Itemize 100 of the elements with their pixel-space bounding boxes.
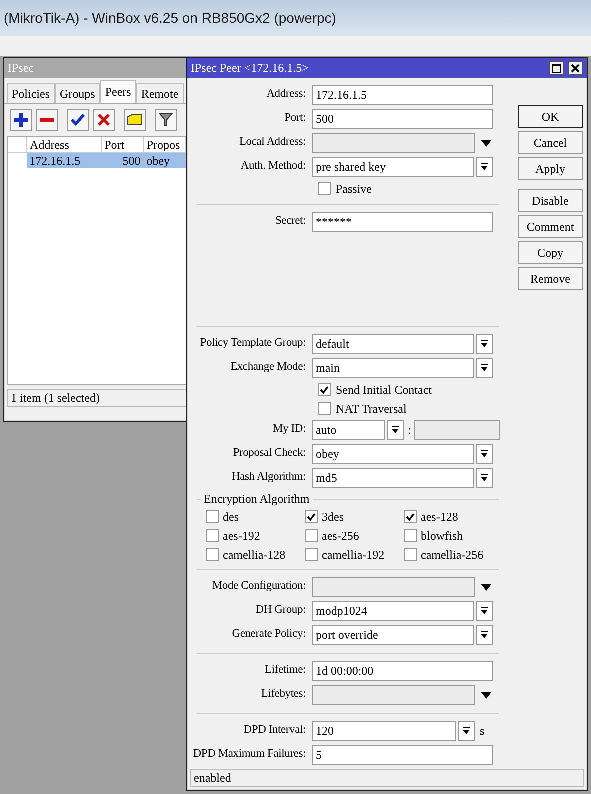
dialog-button[interactable]: Comment <box>518 215 583 238</box>
field-label: Auth. Method: <box>240 159 307 174</box>
dropdown-field[interactable]: md5 <box>312 468 474 488</box>
checkbox[interactable] <box>404 529 417 542</box>
field-label: Lifebytes: <box>260 687 307 702</box>
dropdown-button[interactable] <box>476 334 493 354</box>
disable-button[interactable] <box>93 109 115 131</box>
checkbox[interactable] <box>318 402 331 415</box>
dropdown-field[interactable]: auto <box>312 420 385 440</box>
table-cell-text: 500 <box>122 153 142 168</box>
caret-icon <box>480 607 489 615</box>
filter-icon <box>158 112 174 128</box>
dropdown-button[interactable] <box>476 444 493 464</box>
checkbox[interactable] <box>318 182 331 195</box>
checkbox-label: aes-128 <box>421 508 458 526</box>
checkbox-label: NAT Traversal <box>336 400 407 418</box>
field-label: DH Group: <box>254 603 307 618</box>
checkbox-label: camellia-192 <box>322 546 385 564</box>
caret-icon <box>480 364 489 372</box>
dropdown-field[interactable]: 120 <box>312 721 456 741</box>
add-icon <box>13 112 29 128</box>
dropdown-field[interactable]: main <box>312 358 474 378</box>
field-label: DPD Maximum Failures: <box>192 747 307 762</box>
field-label: Proposal Check: <box>232 446 307 462</box>
table-row[interactable]: 172.16.1.5 500 obey <box>8 153 186 168</box>
maximize-icon <box>552 64 561 72</box>
checkbox[interactable] <box>305 548 318 561</box>
status-bar: 1 item (1 selected) <box>7 389 187 407</box>
column-header[interactable]: Address <box>27 137 102 152</box>
dialog-button[interactable]: Apply <box>518 157 583 180</box>
dropdown-button[interactable] <box>476 625 493 645</box>
unit-label: s <box>480 723 485 740</box>
dialog-button[interactable]: Copy <box>518 241 583 264</box>
check-icon <box>406 512 415 520</box>
checkbox[interactable] <box>305 529 318 542</box>
caret-icon <box>480 163 489 171</box>
app-title: (MikroTik-A) - WinBox v6.25 on RB850Gx2 (powerpc) <box>4 8 336 28</box>
check-icon <box>70 112 86 128</box>
checkbox-label: aes-192 <box>223 528 260 544</box>
checkbox[interactable] <box>305 510 318 523</box>
filter-button[interactable] <box>155 109 177 131</box>
comment-button[interactable] <box>124 109 146 131</box>
tab[interactable]: Peers <box>100 80 136 103</box>
field-label: Lifetime: <box>264 663 307 678</box>
dialog-button[interactable]: Cancel <box>518 131 583 154</box>
remove-button[interactable] <box>36 109 58 131</box>
text-field[interactable]: 500 <box>312 109 493 129</box>
dialog-button[interactable]: Remove <box>518 267 583 290</box>
window-title: IPsec <box>8 60 34 77</box>
checkbox[interactable] <box>206 529 219 542</box>
dropdown-button[interactable] <box>476 358 493 378</box>
text-field[interactable]: 1d 00:00:00 <box>312 661 493 681</box>
field-label: Hash Algorithm: <box>231 470 307 486</box>
dropdown-button[interactable] <box>458 721 475 741</box>
caret-icon <box>480 450 489 458</box>
close-button[interactable] <box>568 61 583 75</box>
dropdown-field[interactable]: obey <box>312 444 474 464</box>
add-button[interactable] <box>10 109 32 131</box>
field-label: Mode Configuration: <box>211 579 307 594</box>
checkbox-label: camellia-256 <box>421 546 484 564</box>
dropdown-field[interactable]: modp1024 <box>312 601 474 621</box>
dropdown-field[interactable]: default <box>312 334 474 354</box>
checkbox-label: Passive <box>336 180 372 198</box>
checkbox[interactable] <box>404 548 417 561</box>
field-label: Secret: <box>274 214 307 230</box>
status-bar: enabled <box>190 769 584 787</box>
field-label: Generate Policy: <box>231 627 307 642</box>
tab[interactable]: Remote <box>136 83 184 103</box>
dropdown-button[interactable] <box>387 420 404 440</box>
dialog-button[interactable]: OK <box>518 105 583 128</box>
field-label: Port: <box>284 111 307 126</box>
dropdown-field[interactable]: port override <box>312 625 474 645</box>
dialog-button[interactable]: Disable <box>518 189 583 212</box>
checkbox[interactable] <box>404 510 417 523</box>
caret-icon[interactable] <box>481 140 492 146</box>
field-label: Exchange Mode: <box>230 360 307 376</box>
checkbox[interactable] <box>206 510 219 523</box>
maximize-button[interactable] <box>549 61 564 75</box>
checkbox[interactable] <box>206 548 219 561</box>
text-field[interactable]: 5 <box>312 745 493 765</box>
tab[interactable]: Groups <box>55 83 100 103</box>
dropdown-field[interactable]: pre shared key <box>312 157 474 177</box>
text-field[interactable]: ****** <box>312 212 493 232</box>
checkbox-label: 3des <box>322 508 344 526</box>
cross-icon <box>96 112 112 128</box>
text-field[interactable]: 172.16.1.5 <box>312 85 493 105</box>
column-header[interactable]: Port <box>102 137 144 152</box>
checkbox-label: camellia-128 <box>223 546 286 564</box>
tab[interactable]: Policies <box>7 83 55 103</box>
caret-icon[interactable] <box>481 584 492 590</box>
dropdown-button[interactable] <box>476 601 493 621</box>
dropdown-button[interactable] <box>476 468 493 488</box>
dropdown-button[interactable] <box>476 157 493 177</box>
table-cell-text: obey <box>146 153 172 168</box>
window-title: IPsec Peer <172.16.1.5> <box>191 60 309 77</box>
field-label: Local Address: <box>238 135 307 150</box>
checkbox[interactable] <box>318 383 331 396</box>
caret-icon[interactable] <box>481 692 492 698</box>
field-label: DPD Interval: <box>242 723 307 738</box>
enable-button[interactable] <box>67 109 89 131</box>
